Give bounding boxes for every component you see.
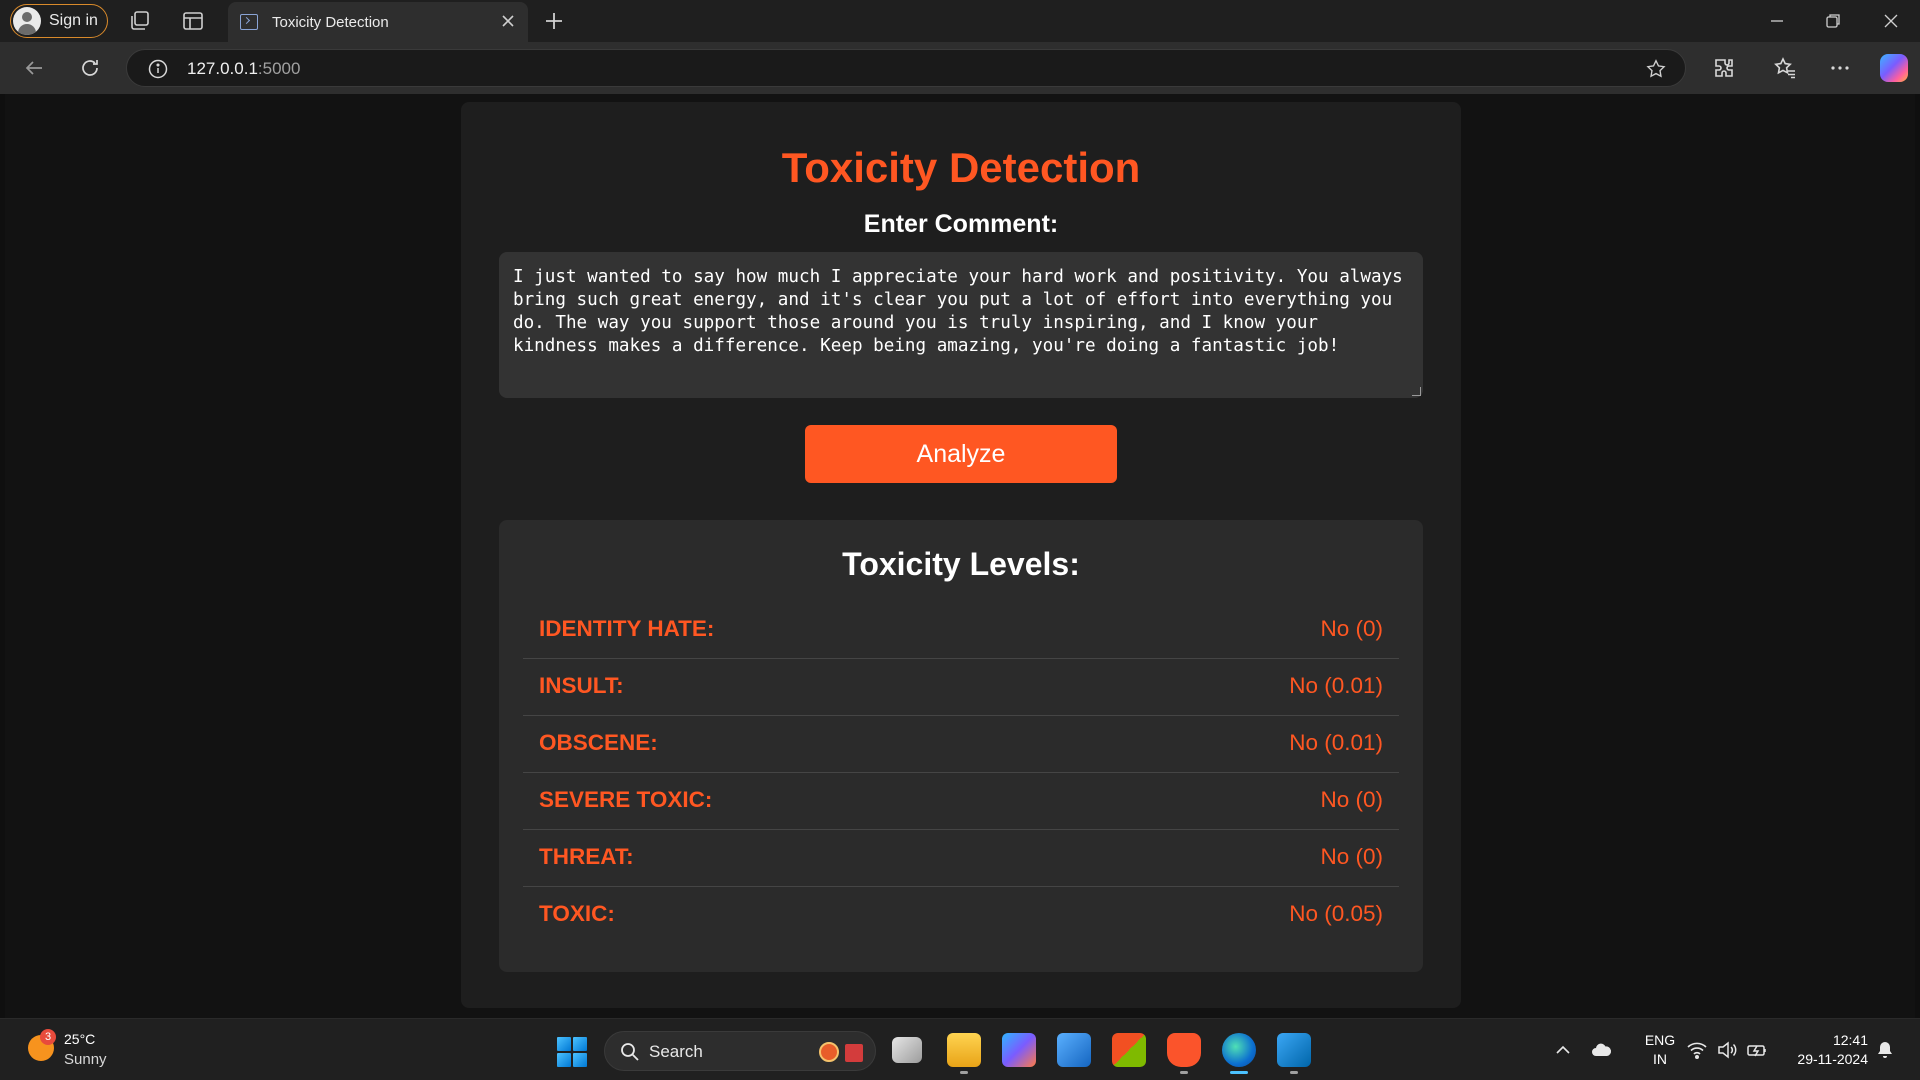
- profile-avatar-icon: [13, 7, 41, 35]
- battery-charging-icon[interactable]: [1746, 1039, 1768, 1061]
- result-row-insult: INSULT: No (0.01): [523, 659, 1399, 716]
- comment-label: Enter Comment:: [863, 210, 1059, 238]
- page-title: Toxicity Detection: [781, 144, 1141, 191]
- file-explorer-icon[interactable]: [947, 1033, 981, 1067]
- result-value: No (0): [1320, 616, 1383, 641]
- result-row-threat: THREAT: No (0): [523, 830, 1399, 887]
- page-viewport: Toxicity Detection Enter Comment: I just…: [5, 94, 1915, 1018]
- url-port: :5000: [257, 59, 301, 78]
- search-icon: [619, 1041, 641, 1063]
- site-info-icon[interactable]: [147, 58, 169, 80]
- url-text: 127.0.0.1:5000: [187, 59, 300, 79]
- refresh-icon[interactable]: [78, 56, 102, 80]
- task-view-icon[interactable]: [892, 1037, 922, 1063]
- vscode-running-indicator: [1290, 1071, 1298, 1074]
- result-value: No (0.01): [1289, 730, 1383, 755]
- sign-in-button[interactable]: Sign in: [10, 4, 108, 38]
- notification-bell-icon[interactable]: [1874, 1039, 1896, 1061]
- language-indicator[interactable]: ENG IN: [1636, 1031, 1684, 1069]
- search-label: Search: [649, 1042, 703, 1061]
- azure-data-studio-icon[interactable]: [1057, 1033, 1091, 1067]
- new-tab-icon[interactable]: [542, 9, 566, 33]
- sign-in-label: Sign in: [49, 12, 98, 29]
- minimize-icon[interactable]: [1766, 10, 1788, 32]
- brave-running-indicator: [1180, 1071, 1188, 1074]
- weather-temperature: 25°C: [64, 1031, 96, 1047]
- brave-browser-icon[interactable]: [1167, 1033, 1201, 1067]
- clock-date: 29-11-2024: [1797, 1051, 1868, 1067]
- restore-icon[interactable]: [1822, 10, 1844, 32]
- resize-grip-icon[interactable]: [1412, 387, 1421, 396]
- main-card: Toxicity Detection Enter Comment: I just…: [461, 102, 1461, 1008]
- search-highlight-gift-icon: [845, 1044, 863, 1062]
- onedrive-cloud-icon[interactable]: [1590, 1039, 1612, 1061]
- clock-time: 12:41: [1832, 1032, 1868, 1048]
- copilot-icon[interactable]: [1880, 54, 1908, 82]
- tab-title: Toxicity Detection: [272, 13, 389, 31]
- tab-favicon-icon: [240, 14, 258, 30]
- result-label: SEVERE TOXIC:: [539, 787, 713, 812]
- system-clock[interactable]: 12:41 29-11-2024: [1780, 1031, 1868, 1069]
- region-code: IN: [1653, 1051, 1667, 1067]
- more-options-icon[interactable]: [1828, 56, 1852, 80]
- search-highlight-clock-icon: [819, 1042, 839, 1062]
- wifi-icon[interactable]: [1686, 1039, 1708, 1061]
- start-windows-icon[interactable]: [557, 1037, 587, 1067]
- chevron-up-icon[interactable]: [1552, 1039, 1574, 1061]
- results-title: Toxicity Levels:: [842, 546, 1080, 582]
- vertical-tabs-icon[interactable]: [181, 9, 205, 33]
- result-value: No (0): [1320, 844, 1383, 869]
- address-bar[interactable]: 127.0.0.1:5000: [126, 49, 1686, 87]
- extensions-icon[interactable]: [1712, 56, 1736, 80]
- microsoft-store-icon[interactable]: [1112, 1033, 1146, 1067]
- result-label: OBSCENE:: [539, 730, 658, 755]
- copilot-app-icon[interactable]: [1002, 1033, 1036, 1067]
- edge-browser-icon[interactable]: [1222, 1033, 1256, 1067]
- weather-notification-badge: 3: [40, 1029, 56, 1045]
- favorite-star-icon[interactable]: [1645, 58, 1667, 80]
- browser-titlebar: Sign in Toxicity Detection: [0, 0, 1920, 42]
- vscode-icon[interactable]: [1277, 1033, 1311, 1067]
- result-label: IDENTITY HATE:: [539, 616, 715, 641]
- browser-toolbar: 127.0.0.1:5000: [0, 42, 1920, 94]
- url-host: 127.0.0.1: [187, 59, 258, 78]
- taskbar: 3 25°C Sunny Search ENG IN 12:41 29-11-2…: [0, 1018, 1920, 1080]
- favorites-icon[interactable]: [1773, 56, 1797, 80]
- weather-condition: Sunny: [64, 1051, 107, 1068]
- result-value: No (0.05): [1289, 901, 1383, 926]
- taskbar-search-box[interactable]: Search: [604, 1031, 876, 1071]
- result-value: No (0.01): [1289, 673, 1383, 698]
- result-label: THREAT:: [539, 844, 634, 869]
- workspaces-icon[interactable]: [128, 9, 152, 33]
- result-row-identity-hate: IDENTITY HATE: No (0): [523, 602, 1399, 659]
- results-panel: Toxicity Levels: IDENTITY HATE: No (0) I…: [499, 520, 1423, 972]
- language-code: ENG: [1644, 1032, 1676, 1048]
- volume-icon[interactable]: [1716, 1039, 1738, 1061]
- file-explorer-running-indicator: [960, 1071, 968, 1074]
- result-value: No (0): [1320, 787, 1383, 812]
- close-window-icon[interactable]: [1880, 10, 1902, 32]
- result-row-toxic: TOXIC: No (0.05): [523, 887, 1399, 944]
- tab-toxicity-detection[interactable]: Toxicity Detection: [228, 2, 528, 42]
- result-row-obscene: OBSCENE: No (0.01): [523, 716, 1399, 773]
- result-label: TOXIC:: [539, 901, 615, 926]
- close-tab-icon[interactable]: [498, 11, 518, 31]
- result-row-severe-toxic: SEVERE TOXIC: No (0): [523, 773, 1399, 830]
- back-arrow-icon[interactable]: [22, 56, 46, 80]
- comment-textarea[interactable]: I just wanted to say how much I apprecia…: [499, 252, 1423, 398]
- result-label: INSULT:: [539, 673, 624, 698]
- edge-active-indicator: [1230, 1071, 1248, 1074]
- analyze-button[interactable]: Analyze: [805, 425, 1117, 483]
